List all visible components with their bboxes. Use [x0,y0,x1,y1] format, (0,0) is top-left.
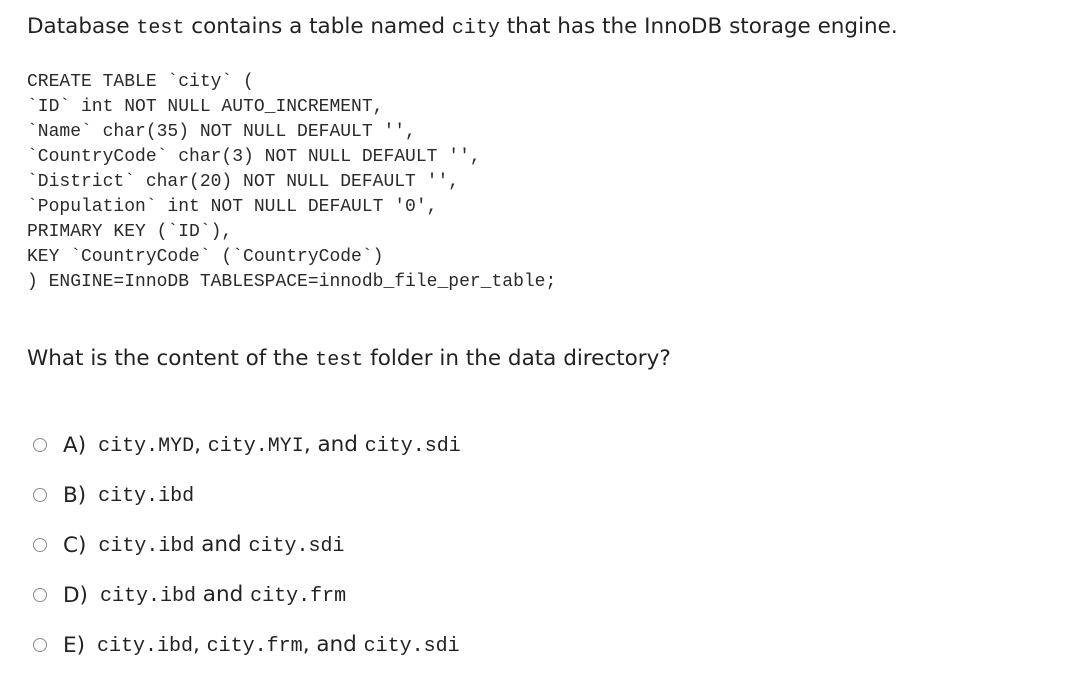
option-e[interactable]: E) city.ibd, city.frm, and city.sdi [33,620,461,670]
option-text: city.MYD, city.MYI, and city.sdi [98,432,461,458]
file-name: city.frm [250,585,347,608]
code-line: CREATE TABLE `city` ( [27,72,254,92]
file-name: city.ibd [98,485,195,508]
radio-button-b[interactable] [33,488,47,502]
code-line: `Name` char(35) NOT NULL DEFAULT '', [27,122,416,142]
database-name: test [136,17,185,40]
intro-text-1: Database [27,14,137,39]
code-line: ) ENGINE=InnoDB TABLESPACE=innodb_file_p… [27,272,557,292]
table-name: city [451,17,500,40]
code-line: `District` char(20) NOT NULL DEFAULT '', [27,172,460,192]
option-letter: C) [63,532,87,558]
radio-button-a[interactable] [33,438,47,452]
question-text: What is the content of the test folder i… [27,344,671,376]
folder-name: test [315,349,364,372]
file-name: city.ibd [96,635,193,658]
code-line: `CountryCode` char(3) NOT NULL DEFAULT '… [27,147,481,167]
option-letter: E) [63,632,85,658]
file-name: city.sdi [364,435,461,458]
option-text: city.ibd [98,482,194,508]
separator: , [194,432,208,457]
option-text: city.ibd and city.frm [100,582,346,608]
separator: and [195,582,251,607]
option-c[interactable]: C) city.ibd and city.sdi [33,520,461,570]
separator: and [194,532,249,557]
radio-button-d[interactable] [33,588,47,602]
sql-code-block: CREATE TABLE `city` ( `ID` int NOT NULL A… [27,70,556,295]
question-text-2: folder in the data directory? [363,346,671,371]
file-name: city.ibd [98,535,195,558]
code-line: KEY `CountryCode` (`CountryCode`) [27,247,384,267]
option-letter: A) [63,432,87,458]
code-line: `Population` int NOT NULL DEFAULT '0', [27,197,438,217]
option-text: city.ibd, city.frm, and city.sdi [97,632,460,658]
radio-button-e[interactable] [33,638,47,652]
file-name: city.MYD [98,435,195,458]
option-b[interactable]: B) city.ibd [33,470,461,520]
option-letter: D) [63,582,88,608]
question-intro: Database test contains a table named cit… [27,12,898,44]
file-name: city.frm [206,635,303,658]
radio-button-c[interactable] [33,538,47,552]
separator: , [193,632,207,657]
code-line: `ID` int NOT NULL AUTO_INCREMENT, [27,97,384,117]
answer-options: A) city.MYD, city.MYI, and city.sdi B) c… [33,420,461,670]
intro-text-3: that has the InnoDB storage engine. [499,14,898,39]
question-text-1: What is the content of the [27,346,316,371]
file-name: city.MYI [207,435,304,458]
option-text: city.ibd and city.sdi [98,532,344,558]
file-name: city.sdi [363,635,460,658]
option-letter: B) [63,482,87,508]
file-name: city.sdi [248,535,345,558]
option-d[interactable]: D) city.ibd and city.frm [33,570,461,620]
file-name: city.ibd [99,585,196,608]
separator: , and [303,432,365,457]
intro-text-2: contains a table named [184,14,452,39]
code-line: PRIMARY KEY (`ID`), [27,222,233,242]
separator: , and [302,632,364,657]
option-a[interactable]: A) city.MYD, city.MYI, and city.sdi [33,420,461,470]
